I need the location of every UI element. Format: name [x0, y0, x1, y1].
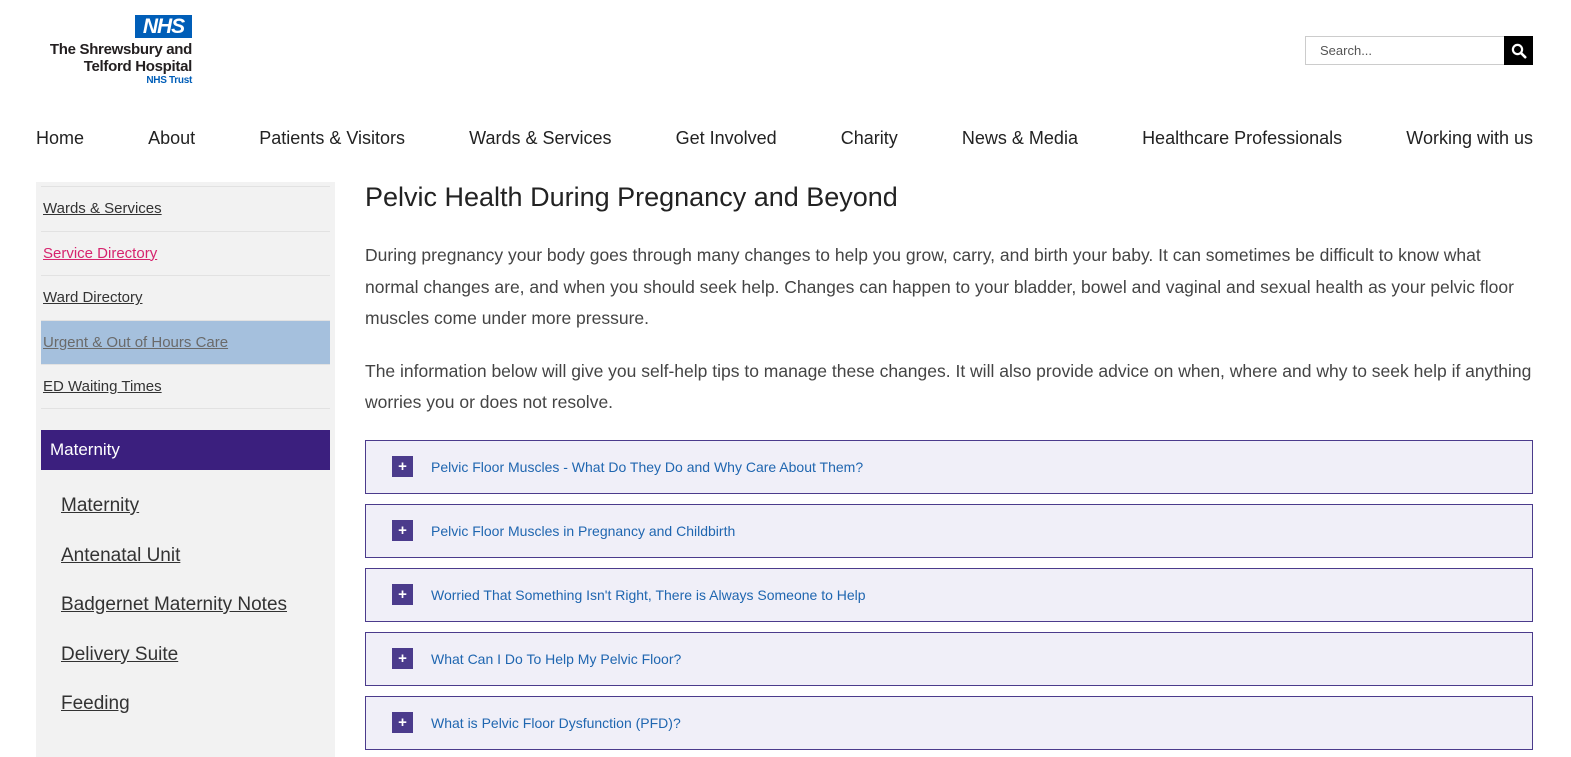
submenu-item-antenatal-unit: Antenatal Unit: [61, 544, 287, 594]
sidebar-item-ed-waiting-times: ED Waiting Times: [41, 364, 330, 409]
submenu-link-feeding[interactable]: Feeding: [61, 693, 130, 714]
intro-paragraph: During pregnancy your body goes through …: [365, 245, 1514, 328]
accordion-title[interactable]: Pelvic Floor Muscles - What Do They Do a…: [431, 459, 863, 475]
nav-get-involved[interactable]: Get Involved: [676, 126, 777, 150]
submenu-item-feeding: Feeding: [61, 692, 287, 742]
submenu-item-badgernet: Badgernet Maternity Notes: [61, 593, 287, 643]
nav-healthcare-professionals[interactable]: Healthcare Professionals: [1142, 126, 1342, 150]
nav-news-media[interactable]: News & Media: [962, 126, 1078, 150]
sidebar-link-service-directory[interactable]: Service Directory: [43, 245, 157, 262]
search-icon: [1511, 43, 1526, 58]
trust-logo[interactable]: NHS The Shrewsbury and Telford Hospital …: [40, 15, 192, 87]
accordion-title[interactable]: What Can I Do To Help My Pelvic Floor?: [431, 651, 681, 667]
main-navigation: Home About Patients & Visitors Wards & S…: [36, 126, 1533, 150]
logo-line-1: The Shrewsbury and: [49, 41, 192, 58]
logo-line-2: Telford Hospital: [83, 58, 193, 75]
accordion: + Pelvic Floor Muscles - What Do They Do…: [365, 439, 1533, 750]
accordion-item[interactable]: + Pelvic Floor Muscles - What Do They Do…: [365, 439, 1533, 494]
sidebar: Wards & Services Service Directory Ward …: [36, 182, 335, 757]
submenu-item-delivery-suite: Delivery Suite: [61, 643, 287, 693]
nav-patients-visitors[interactable]: Patients & Visitors: [259, 126, 405, 150]
expand-plus-icon: +: [392, 456, 413, 477]
expand-plus-icon: +: [392, 648, 413, 669]
expand-plus-icon: +: [392, 712, 413, 733]
search-bar: [1305, 36, 1533, 65]
submenu-link-antenatal-unit[interactable]: Antenatal Unit: [61, 545, 180, 566]
nav-home[interactable]: Home: [36, 126, 84, 150]
nav-working-with-us[interactable]: Working with us: [1406, 126, 1533, 150]
sidebar-item-ward-directory: Ward Directory: [41, 275, 330, 320]
sidebar-link-urgent-care[interactable]: Urgent & Out of Hours Care: [43, 334, 228, 351]
page-title: Pelvic Health During Pregnancy and Beyon…: [365, 182, 898, 212]
sidebar-link-ed-waiting-times[interactable]: ED Waiting Times: [43, 378, 162, 395]
accordion-title[interactable]: What is Pelvic Floor Dysfunction (PFD)?: [431, 715, 681, 731]
search-input[interactable]: [1305, 36, 1504, 65]
info-paragraph: The information below will give you self…: [365, 360, 1532, 413]
accordion-title[interactable]: Worried That Something Isn't Right, Ther…: [431, 587, 866, 603]
sidebar-menu: Wards & Services Service Directory Ward …: [41, 186, 330, 409]
nav-charity[interactable]: Charity: [841, 126, 898, 150]
sidebar-item-wards-services: Wards & Services: [41, 186, 330, 231]
sidebar-item-service-directory: Service Directory: [41, 230, 330, 276]
maternity-submenu: Maternity Antenatal Unit Badgernet Mater…: [61, 494, 287, 742]
maternity-section-heading: Maternity: [41, 430, 330, 470]
expand-plus-icon: +: [392, 520, 413, 541]
submenu-item-maternity: Maternity: [61, 494, 287, 544]
logo-line-3: NHS Trust: [146, 75, 192, 86]
accordion-item[interactable]: + Worried That Something Isn't Right, Th…: [365, 567, 1533, 622]
submenu-link-maternity[interactable]: Maternity: [61, 495, 139, 516]
accordion-title[interactable]: Pelvic Floor Muscles in Pregnancy and Ch…: [431, 523, 735, 539]
accordion-item[interactable]: + Pelvic Floor Muscles in Pregnancy and …: [365, 503, 1533, 558]
submenu-link-badgernet[interactable]: Badgernet Maternity Notes: [61, 594, 287, 615]
sidebar-link-ward-directory[interactable]: Ward Directory: [43, 289, 142, 306]
nhs-badge: NHS: [135, 15, 192, 38]
sidebar-item-urgent-care: Urgent & Out of Hours Care: [41, 319, 330, 364]
accordion-item[interactable]: + What Can I Do To Help My Pelvic Floor?: [365, 631, 1533, 686]
search-button[interactable]: [1504, 36, 1533, 65]
nav-wards-services[interactable]: Wards & Services: [469, 126, 611, 150]
accordion-item[interactable]: + What is Pelvic Floor Dysfunction (PFD)…: [365, 695, 1533, 750]
sidebar-link-wards-services[interactable]: Wards & Services: [43, 200, 162, 217]
main-content: Pelvic Health During Pregnancy and Beyon…: [365, 182, 1533, 757]
nav-about[interactable]: About: [148, 126, 195, 150]
submenu-link-delivery-suite[interactable]: Delivery Suite: [61, 644, 178, 665]
expand-plus-icon: +: [392, 584, 413, 605]
